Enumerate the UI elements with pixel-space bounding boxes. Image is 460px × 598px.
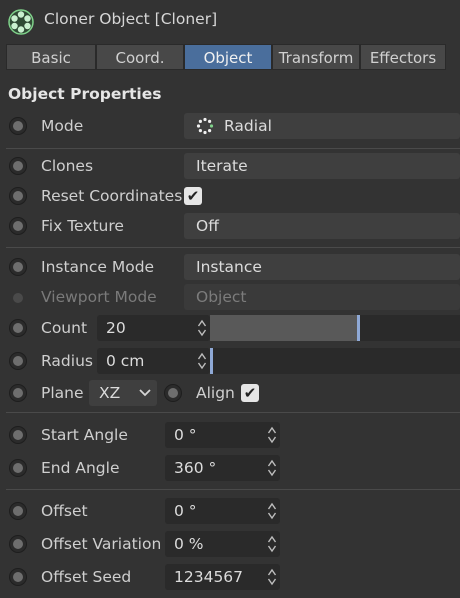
- offset-seed-input[interactable]: 1234567: [165, 564, 280, 590]
- instance-mode-dropdown[interactable]: Instance: [184, 254, 460, 280]
- offset-seed-value: 1234567: [174, 568, 244, 586]
- start-angle-input[interactable]: 0 °: [165, 422, 280, 448]
- instance-mode-animate-dot[interactable]: [9, 258, 27, 276]
- count-label: Count: [41, 319, 88, 337]
- offset-variation-value: 0 %: [174, 535, 204, 553]
- end-angle-stepper-icon[interactable]: [267, 458, 277, 478]
- radius-slider-handle[interactable]: [210, 348, 213, 374]
- radius-value: 0 cm: [106, 352, 145, 370]
- radius-label: Radius: [41, 352, 93, 370]
- tab-effectors[interactable]: Effectors: [360, 44, 446, 70]
- start-angle-stepper-icon[interactable]: [267, 425, 277, 445]
- separator: [6, 148, 460, 149]
- align-checkbox[interactable]: ✔: [241, 384, 259, 402]
- title-bar: Cloner Object [Cloner]: [0, 0, 460, 42]
- window-title: Cloner Object [Cloner]: [44, 10, 218, 28]
- end-angle-input[interactable]: 360 °: [165, 455, 280, 481]
- viewport-mode-animate-dot: [13, 293, 23, 303]
- start-angle-label: Start Angle: [41, 426, 128, 444]
- start-angle-value: 0 °: [174, 426, 197, 444]
- start-angle-animate-dot[interactable]: [9, 426, 27, 444]
- plane-value: XZ: [99, 384, 121, 402]
- viewport-mode-dropdown: Object: [184, 284, 460, 310]
- tab-object[interactable]: Object: [184, 44, 272, 70]
- clones-dropdown[interactable]: Iterate: [184, 153, 460, 179]
- count-animate-dot[interactable]: [9, 319, 27, 337]
- viewport-mode-label: Viewport Mode: [41, 288, 157, 306]
- end-angle-label: End Angle: [41, 459, 120, 477]
- count-input[interactable]: 20: [97, 315, 210, 341]
- plane-label: Plane: [41, 384, 84, 402]
- mode-animate-dot[interactable]: [9, 117, 27, 135]
- plane-dropdown[interactable]: XZ: [89, 380, 157, 406]
- clones-animate-dot[interactable]: [9, 157, 27, 175]
- radius-input[interactable]: 0 cm: [97, 348, 210, 374]
- radius-animate-dot[interactable]: [9, 352, 27, 370]
- mode-label: Mode: [41, 117, 84, 135]
- fix-texture-label: Fix Texture: [41, 217, 124, 235]
- offset-seed-stepper-icon[interactable]: [267, 567, 277, 587]
- end-angle-value: 360 °: [174, 459, 217, 477]
- offset-variation-animate-dot[interactable]: [9, 535, 27, 553]
- offset-variation-label: Offset Variation: [41, 535, 162, 553]
- mode-value: Radial: [224, 117, 272, 135]
- radius-slider[interactable]: [210, 348, 460, 374]
- count-slider[interactable]: [210, 315, 460, 341]
- offset-stepper-icon[interactable]: [267, 501, 277, 521]
- align-animate-dot[interactable]: [164, 384, 182, 402]
- offset-input[interactable]: 0 °: [165, 498, 280, 524]
- tab-basic[interactable]: Basic: [6, 44, 96, 70]
- offset-seed-label: Offset Seed: [41, 568, 132, 586]
- tab-coord[interactable]: Coord.: [96, 44, 184, 70]
- count-slider-handle[interactable]: [357, 315, 360, 341]
- offset-seed-animate-dot[interactable]: [9, 568, 27, 586]
- align-label: Align: [196, 384, 235, 402]
- separator: [6, 247, 460, 248]
- tab-transform[interactable]: Transform: [272, 44, 360, 70]
- radius-stepper-icon[interactable]: [197, 351, 207, 371]
- plane-animate-dot[interactable]: [9, 384, 27, 402]
- cloner-icon: [8, 9, 34, 35]
- fix-texture-animate-dot[interactable]: [9, 217, 27, 235]
- fix-texture-dropdown[interactable]: Off: [184, 213, 460, 239]
- reset-coordinates-checkbox[interactable]: ✔: [184, 187, 202, 205]
- tab-bar: Basic Coord. Object Transform Effectors: [6, 44, 460, 72]
- chevron-down-icon: [139, 389, 151, 397]
- count-slider-fill: [210, 315, 360, 341]
- mode-dropdown[interactable]: Radial: [184, 113, 460, 139]
- offset-label: Offset: [41, 502, 88, 520]
- offset-animate-dot[interactable]: [9, 502, 27, 520]
- instance-mode-label: Instance Mode: [41, 258, 155, 276]
- radial-dots-icon: [196, 117, 214, 135]
- clones-label: Clones: [41, 157, 94, 175]
- offset-variation-stepper-icon[interactable]: [267, 534, 277, 554]
- count-value: 20: [106, 319, 126, 337]
- end-angle-animate-dot[interactable]: [9, 459, 27, 477]
- reset-coordinates-label: Reset Coordinates: [41, 187, 183, 205]
- offset-value: 0 °: [174, 502, 197, 520]
- section-title: Object Properties: [8, 85, 162, 103]
- separator: [6, 412, 460, 413]
- reset-coordinates-animate-dot[interactable]: [9, 187, 27, 205]
- separator: [6, 489, 460, 490]
- offset-variation-input[interactable]: 0 %: [165, 531, 280, 557]
- count-stepper-icon[interactable]: [197, 318, 207, 338]
